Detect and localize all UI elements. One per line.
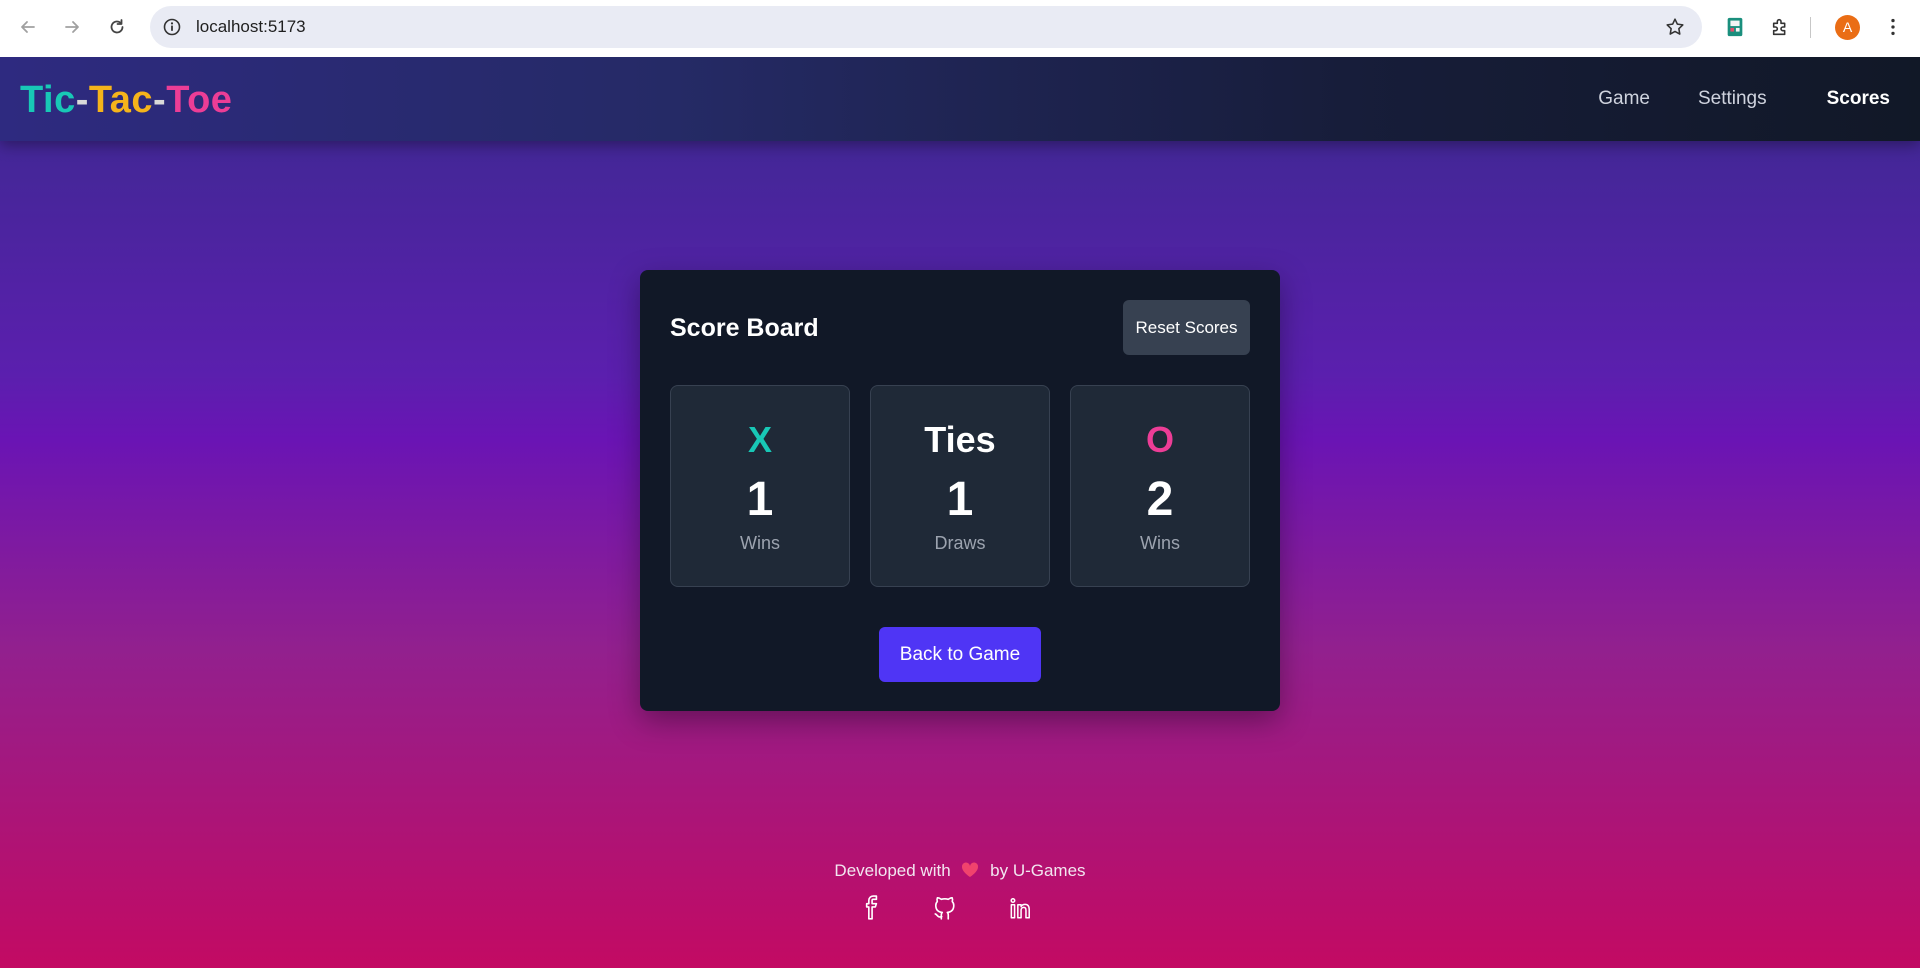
tile-heading-o: O — [1145, 419, 1174, 460]
tile-heading-ties: Ties — [924, 419, 996, 460]
score-tile-o: O 2 Wins — [1070, 385, 1250, 587]
back-arrow-icon[interactable] — [12, 11, 44, 43]
nav-link-scores[interactable]: Scores — [1827, 88, 1890, 110]
social-links — [0, 893, 1920, 923]
tile-count-x: 1 — [746, 473, 774, 526]
app-page: Tic-Tac-Toe Game Settings Scores Score B… — [0, 57, 1920, 968]
puzzle-icon[interactable] — [1768, 14, 1794, 40]
tile-caption-x: Wins — [740, 533, 780, 553]
browser-toolbar: localhost:5173 A — [0, 0, 1920, 57]
footer-text-after: by U-Games — [990, 861, 1086, 880]
score-tile-ties: Ties 1 Draws — [870, 385, 1050, 587]
info-icon[interactable] — [162, 17, 182, 37]
tile-caption-o: Wins — [1140, 533, 1180, 553]
kebab-menu-icon[interactable] — [1880, 14, 1906, 40]
reload-icon[interactable] — [101, 11, 133, 43]
forward-arrow-icon[interactable] — [56, 11, 88, 43]
linkedin-icon[interactable] — [1005, 893, 1035, 923]
top-navbar: Tic-Tac-Toe Game Settings Scores — [0, 57, 1920, 141]
nav-link-settings[interactable]: Settings — [1698, 88, 1767, 110]
facebook-icon[interactable] — [856, 893, 886, 923]
star-icon[interactable] — [1664, 16, 1686, 38]
tile-caption-ties: Draws — [934, 533, 986, 553]
github-icon[interactable] — [930, 893, 960, 923]
tile-count-ties: 1 — [946, 473, 974, 526]
score-board-title: Score Board — [670, 314, 819, 342]
url-text[interactable]: localhost:5173 — [196, 6, 306, 48]
back-to-game-button[interactable]: Back to Game — [879, 627, 1041, 682]
reset-scores-button[interactable]: Reset Scores — [1123, 300, 1250, 355]
toolbar-divider — [1810, 17, 1811, 38]
brand-part-toe: Toe — [166, 79, 233, 121]
nav-links: Game Settings Scores — [1598, 57, 1920, 141]
tile-heading-x: X — [747, 419, 772, 460]
brand-part-tac: Tac — [88, 79, 154, 121]
nav-link-game[interactable]: Game — [1598, 88, 1650, 110]
score-board-card: Score Board Reset Scores X 1 Wins Ties 1… — [640, 270, 1280, 711]
address-bar[interactable]: localhost:5173 — [150, 6, 1702, 48]
score-tile-x: X 1 Wins — [670, 385, 850, 587]
brand-logo[interactable]: Tic-Tac-Toe — [20, 79, 232, 122]
brand-part-tic: Tic — [20, 79, 76, 121]
heart-icon — [962, 862, 979, 877]
footer-text-before: Developed with — [834, 861, 951, 880]
extension-app-icon[interactable] — [1722, 14, 1748, 40]
profile-avatar[interactable]: A — [1835, 15, 1860, 40]
brand-separator: - — [75, 79, 89, 121]
tile-count-o: 2 — [1146, 473, 1174, 526]
brand-separator: - — [153, 79, 167, 121]
footer-credit: Developed with by U-Games — [0, 861, 1920, 881]
